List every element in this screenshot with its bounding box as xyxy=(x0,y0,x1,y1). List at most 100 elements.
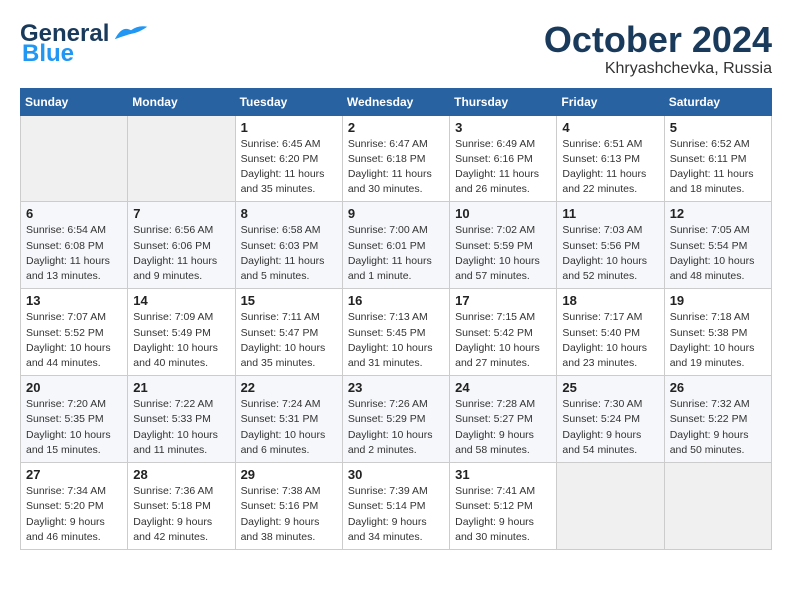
day-number: 21 xyxy=(133,380,229,395)
cell-sun-info: Sunrise: 7:36 AM Sunset: 5:18 PM Dayligh… xyxy=(133,484,229,545)
weekday-header: Thursday xyxy=(450,88,557,115)
calendar-cell: 8 Sunrise: 6:58 AM Sunset: 6:03 PM Daylig… xyxy=(235,202,342,289)
calendar-header-row: SundayMondayTuesdayWednesdayThursdayFrid… xyxy=(21,88,772,115)
calendar-cell: 16 Sunrise: 7:13 AM Sunset: 5:45 PM Dayli… xyxy=(342,289,449,376)
cell-sun-info: Sunrise: 7:26 AM Sunset: 5:29 PM Dayligh… xyxy=(348,397,444,458)
day-number: 25 xyxy=(562,380,658,395)
cell-sun-info: Sunrise: 7:41 AM Sunset: 5:12 PM Dayligh… xyxy=(455,484,551,545)
day-number: 7 xyxy=(133,206,229,221)
calendar-cell: 17 Sunrise: 7:15 AM Sunset: 5:42 PM Dayli… xyxy=(450,289,557,376)
day-number: 30 xyxy=(348,467,444,482)
cell-sun-info: Sunrise: 7:00 AM Sunset: 6:01 PM Dayligh… xyxy=(348,223,444,284)
cell-sun-info: Sunrise: 7:22 AM Sunset: 5:33 PM Dayligh… xyxy=(133,397,229,458)
cell-sun-info: Sunrise: 6:49 AM Sunset: 6:16 PM Dayligh… xyxy=(455,137,551,198)
cell-sun-info: Sunrise: 7:11 AM Sunset: 5:47 PM Dayligh… xyxy=(241,310,337,371)
day-number: 17 xyxy=(455,293,551,308)
weekday-header: Tuesday xyxy=(235,88,342,115)
weekday-header: Friday xyxy=(557,88,664,115)
cell-sun-info: Sunrise: 7:18 AM Sunset: 5:38 PM Dayligh… xyxy=(670,310,766,371)
cell-sun-info: Sunrise: 7:09 AM Sunset: 5:49 PM Dayligh… xyxy=(133,310,229,371)
calendar-cell xyxy=(21,115,128,202)
logo-bird-icon xyxy=(113,22,149,44)
day-number: 26 xyxy=(670,380,766,395)
day-number: 14 xyxy=(133,293,229,308)
logo-blue: Blue xyxy=(22,40,74,68)
page-header: General Blue October 2024 Khryashchevka,… xyxy=(20,20,772,78)
weekday-header: Monday xyxy=(128,88,235,115)
calendar-cell: 4 Sunrise: 6:51 AM Sunset: 6:13 PM Daylig… xyxy=(557,115,664,202)
title-block: October 2024 Khryashchevka, Russia xyxy=(544,20,772,78)
calendar-body: 1Sunrise: 6:45 AM Sunset: 6:20 PM Daylig… xyxy=(21,115,772,549)
calendar-week-row: 6 Sunrise: 6:54 AM Sunset: 6:08 PM Daylig… xyxy=(21,202,772,289)
calendar-cell: 20 Sunrise: 7:20 AM Sunset: 5:35 PM Dayli… xyxy=(21,376,128,463)
calendar-cell: 31Sunrise: 7:41 AM Sunset: 5:12 PM Dayli… xyxy=(450,463,557,550)
cell-sun-info: Sunrise: 6:58 AM Sunset: 6:03 PM Dayligh… xyxy=(241,223,337,284)
day-number: 10 xyxy=(455,206,551,221)
calendar-cell: 11Sunrise: 7:03 AM Sunset: 5:56 PM Dayli… xyxy=(557,202,664,289)
calendar-cell: 1Sunrise: 6:45 AM Sunset: 6:20 PM Daylig… xyxy=(235,115,342,202)
weekday-header: Sunday xyxy=(21,88,128,115)
calendar-cell: 29 Sunrise: 7:38 AM Sunset: 5:16 PM Dayli… xyxy=(235,463,342,550)
calendar-cell: 28 Sunrise: 7:36 AM Sunset: 5:18 PM Dayli… xyxy=(128,463,235,550)
calendar-cell xyxy=(557,463,664,550)
calendar-cell: 12Sunrise: 7:05 AM Sunset: 5:54 PM Dayli… xyxy=(664,202,771,289)
day-number: 2 xyxy=(348,120,444,135)
logo: General Blue xyxy=(20,20,149,68)
calendar-cell: 14 Sunrise: 7:09 AM Sunset: 5:49 PM Dayli… xyxy=(128,289,235,376)
calendar-cell xyxy=(128,115,235,202)
location: Khryashchevka, Russia xyxy=(544,60,772,78)
month-title: October 2024 xyxy=(544,20,772,60)
calendar-cell: 9Sunrise: 7:00 AM Sunset: 6:01 PM Daylig… xyxy=(342,202,449,289)
day-number: 5 xyxy=(670,120,766,135)
calendar-cell: 22Sunrise: 7:24 AM Sunset: 5:31 PM Dayli… xyxy=(235,376,342,463)
cell-sun-info: Sunrise: 7:20 AM Sunset: 5:35 PM Dayligh… xyxy=(26,397,122,458)
day-number: 15 xyxy=(241,293,337,308)
day-number: 6 xyxy=(26,206,122,221)
calendar-week-row: 20 Sunrise: 7:20 AM Sunset: 5:35 PM Dayli… xyxy=(21,376,772,463)
cell-sun-info: Sunrise: 7:13 AM Sunset: 5:45 PM Dayligh… xyxy=(348,310,444,371)
weekday-header: Wednesday xyxy=(342,88,449,115)
cell-sun-info: Sunrise: 6:52 AM Sunset: 6:11 PM Dayligh… xyxy=(670,137,766,198)
day-number: 16 xyxy=(348,293,444,308)
day-number: 12 xyxy=(670,206,766,221)
calendar-week-row: 13Sunrise: 7:07 AM Sunset: 5:52 PM Dayli… xyxy=(21,289,772,376)
day-number: 28 xyxy=(133,467,229,482)
cell-sun-info: Sunrise: 7:38 AM Sunset: 5:16 PM Dayligh… xyxy=(241,484,337,545)
cell-sun-info: Sunrise: 7:34 AM Sunset: 5:20 PM Dayligh… xyxy=(26,484,122,545)
cell-sun-info: Sunrise: 6:51 AM Sunset: 6:13 PM Dayligh… xyxy=(562,137,658,198)
cell-sun-info: Sunrise: 7:32 AM Sunset: 5:22 PM Dayligh… xyxy=(670,397,766,458)
calendar-cell: 25Sunrise: 7:30 AM Sunset: 5:24 PM Dayli… xyxy=(557,376,664,463)
cell-sun-info: Sunrise: 7:07 AM Sunset: 5:52 PM Dayligh… xyxy=(26,310,122,371)
day-number: 22 xyxy=(241,380,337,395)
cell-sun-info: Sunrise: 7:28 AM Sunset: 5:27 PM Dayligh… xyxy=(455,397,551,458)
calendar-cell: 7 Sunrise: 6:56 AM Sunset: 6:06 PM Daylig… xyxy=(128,202,235,289)
cell-sun-info: Sunrise: 7:17 AM Sunset: 5:40 PM Dayligh… xyxy=(562,310,658,371)
day-number: 4 xyxy=(562,120,658,135)
calendar-cell: 15 Sunrise: 7:11 AM Sunset: 5:47 PM Dayli… xyxy=(235,289,342,376)
calendar-cell: 26 Sunrise: 7:32 AM Sunset: 5:22 PM Dayli… xyxy=(664,376,771,463)
calendar-cell: 10 Sunrise: 7:02 AM Sunset: 5:59 PM Dayli… xyxy=(450,202,557,289)
cell-sun-info: Sunrise: 6:54 AM Sunset: 6:08 PM Dayligh… xyxy=(26,223,122,284)
cell-sun-info: Sunrise: 7:15 AM Sunset: 5:42 PM Dayligh… xyxy=(455,310,551,371)
day-number: 1 xyxy=(241,120,337,135)
calendar-cell: 13Sunrise: 7:07 AM Sunset: 5:52 PM Dayli… xyxy=(21,289,128,376)
calendar-table: SundayMondayTuesdayWednesdayThursdayFrid… xyxy=(20,88,772,550)
calendar-cell: 6 Sunrise: 6:54 AM Sunset: 6:08 PM Daylig… xyxy=(21,202,128,289)
calendar-cell: 3Sunrise: 6:49 AM Sunset: 6:16 PM Daylig… xyxy=(450,115,557,202)
day-number: 18 xyxy=(562,293,658,308)
day-number: 29 xyxy=(241,467,337,482)
cell-sun-info: Sunrise: 6:47 AM Sunset: 6:18 PM Dayligh… xyxy=(348,137,444,198)
calendar-cell: 18 Sunrise: 7:17 AM Sunset: 5:40 PM Dayli… xyxy=(557,289,664,376)
calendar-cell: 2 Sunrise: 6:47 AM Sunset: 6:18 PM Daylig… xyxy=(342,115,449,202)
cell-sun-info: Sunrise: 7:02 AM Sunset: 5:59 PM Dayligh… xyxy=(455,223,551,284)
cell-sun-info: Sunrise: 6:56 AM Sunset: 6:06 PM Dayligh… xyxy=(133,223,229,284)
weekday-header: Saturday xyxy=(664,88,771,115)
calendar-week-row: 1Sunrise: 6:45 AM Sunset: 6:20 PM Daylig… xyxy=(21,115,772,202)
day-number: 24 xyxy=(455,380,551,395)
calendar-cell: 5 Sunrise: 6:52 AM Sunset: 6:11 PM Daylig… xyxy=(664,115,771,202)
calendar-cell: 19Sunrise: 7:18 AM Sunset: 5:38 PM Dayli… xyxy=(664,289,771,376)
calendar-cell: 24 Sunrise: 7:28 AM Sunset: 5:27 PM Dayli… xyxy=(450,376,557,463)
day-number: 8 xyxy=(241,206,337,221)
day-number: 20 xyxy=(26,380,122,395)
calendar-cell: 27Sunrise: 7:34 AM Sunset: 5:20 PM Dayli… xyxy=(21,463,128,550)
